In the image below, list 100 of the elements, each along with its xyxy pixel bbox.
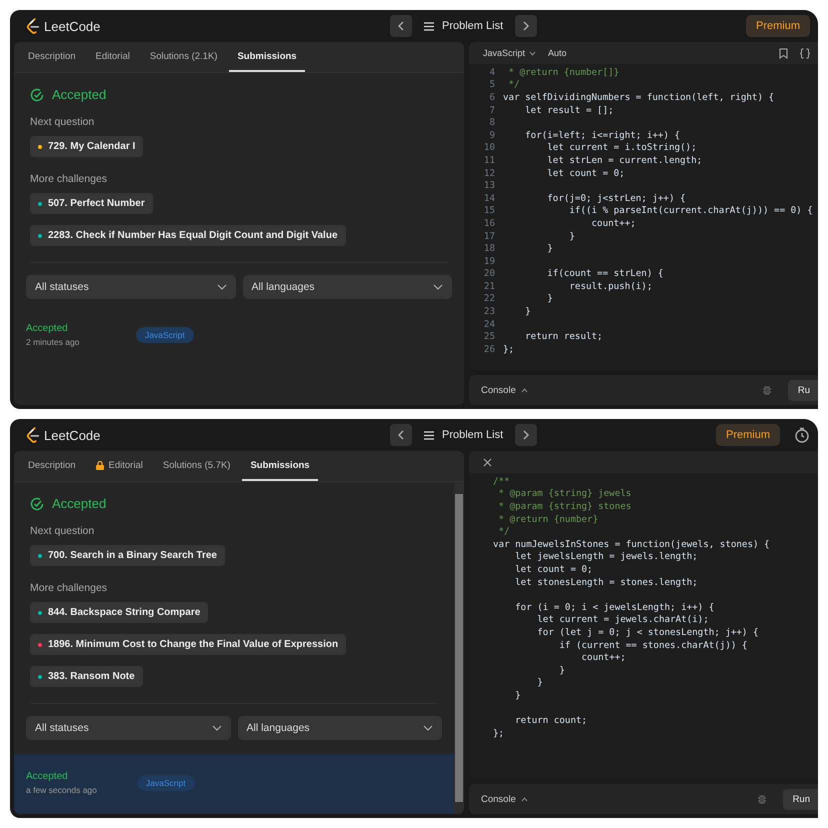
next-button[interactable]	[515, 424, 538, 446]
submission-row[interactable]: Accepted a few seconds ago JavaScript	[14, 754, 454, 814]
question-chip[interactable]: 844. Backspace String Compare	[30, 602, 208, 623]
line-number: 13	[482, 180, 496, 192]
tab[interactable]: Solutions (2.1K)	[142, 42, 226, 72]
tab[interactable]: Description	[20, 451, 84, 481]
code-line: return count;	[514, 715, 588, 726]
check-circle-icon	[30, 88, 44, 102]
logo-icon	[26, 18, 40, 34]
bookmark-icon[interactable]	[779, 48, 788, 58]
logo-text[interactable]: LeetCode	[44, 428, 100, 442]
chevron-down-icon	[212, 725, 222, 731]
code-line: }	[546, 243, 553, 254]
braces-icon[interactable]	[800, 48, 810, 58]
check-circle-icon	[30, 496, 44, 510]
code-line: }	[524, 306, 531, 318]
code-line: */	[498, 526, 510, 538]
code-line: return result;	[524, 331, 603, 342]
submission-row[interactable]: Accepted 2 minutes ago JavaScript	[14, 313, 464, 359]
scrollbar[interactable]	[454, 482, 464, 814]
code-line: let current = jewels.charAt(i);	[536, 614, 709, 626]
question-chip[interactable]: 729. My Calendar I	[30, 136, 144, 157]
premium-button[interactable]: Premium	[746, 15, 810, 37]
code-line: * @param {string} stones	[498, 500, 632, 512]
accepted-status: Accepted	[52, 87, 106, 102]
line-number: 23	[482, 306, 496, 318]
line-number: 22	[482, 293, 496, 304]
code-line: for (let j = 0; j < stonesLength; j++) {	[536, 626, 759, 638]
code-line: };	[493, 728, 504, 739]
debug-icon[interactable]	[762, 384, 772, 396]
menu-icon	[424, 430, 434, 440]
logo-text[interactable]: LeetCode	[44, 18, 100, 34]
timer-icon[interactable]	[794, 427, 810, 443]
submission-time: a few seconds ago	[26, 785, 97, 795]
line-number: 14	[482, 192, 496, 204]
question-chip[interactable]: 383. Ransom Note	[30, 666, 143, 687]
accepted-status: Accepted	[52, 496, 106, 511]
console-button[interactable]: Console	[481, 794, 528, 804]
filter-dropdown[interactable]: All languages	[242, 275, 452, 299]
line-number: 26	[482, 344, 496, 355]
close-icon[interactable]	[483, 458, 492, 466]
tab[interactable]: Submissions	[229, 42, 305, 72]
run-button[interactable]: Ru	[788, 380, 818, 400]
question-chip[interactable]: 2283. Check if Number Has Equal Digit Count and Digit Value	[30, 225, 346, 246]
filter-dropdown[interactable]: All statuses	[26, 716, 230, 740]
problem-list-button[interactable]: Problem List	[418, 20, 510, 32]
section-label: More challenges	[30, 173, 108, 185]
menu-icon	[424, 22, 434, 30]
line-number: 21	[482, 280, 496, 292]
code-line: var numJewelsInStones = function(jewels, stones) {	[493, 538, 770, 550]
line-number: 6	[488, 92, 496, 103]
language-dropdown[interactable]: JavaScript	[483, 48, 536, 58]
submission-status: Accepted	[26, 323, 69, 334]
code-line: let result = [];	[524, 104, 614, 116]
line-number: 20	[482, 268, 496, 280]
next-button[interactable]	[515, 15, 538, 37]
code-line: result.push(i);	[568, 280, 652, 292]
previous-button[interactable]	[390, 424, 412, 446]
code-line: for (i = 0; i < jewelsLength; i++) {	[514, 602, 714, 613]
code-line: count++;	[580, 652, 626, 664]
chevron-right-icon	[522, 430, 530, 440]
line-number: 15	[482, 205, 496, 216]
code-line: var selfDividingNumbers = function(left, right) {	[503, 92, 774, 103]
tab[interactable]: Editorial	[88, 42, 138, 72]
code-line: if(count == strLen) {	[546, 268, 664, 280]
run-button[interactable]: Run	[782, 788, 818, 810]
chevron-down-icon	[216, 284, 226, 290]
code-line: }	[514, 690, 521, 701]
section-label: More challenges	[30, 582, 108, 594]
line-number: 9	[488, 130, 496, 141]
tab[interactable]: Submissions	[242, 451, 318, 481]
line-number: 16	[482, 218, 496, 229]
question-chip[interactable]: 507. Perfect Number	[30, 193, 153, 214]
code-line: let count = 0;	[514, 564, 593, 575]
line-number: 25	[482, 331, 496, 342]
code-line: };	[503, 344, 514, 355]
filter-dropdown[interactable]: All languages	[238, 716, 442, 740]
auto-toggle[interactable]: Auto	[548, 48, 567, 58]
section-label: Next question	[30, 116, 96, 128]
console-button[interactable]: Console	[481, 384, 528, 396]
premium-button[interactable]: Premium	[716, 424, 780, 446]
previous-button[interactable]	[390, 15, 412, 37]
tab[interactable]: Editorial	[88, 451, 151, 481]
line-number: 5	[488, 79, 496, 90]
tab[interactable]: Solutions (5.7K)	[154, 451, 238, 481]
debug-icon[interactable]	[756, 794, 767, 804]
code-line: }	[558, 664, 565, 676]
code-line: }	[536, 677, 543, 688]
question-chip[interactable]: 700. Search in a Binary Search Tree	[30, 545, 225, 566]
chevron-left-icon	[397, 430, 405, 440]
code-line: for(j=0; j<strLen; j++) {	[546, 192, 686, 204]
filter-dropdown[interactable]: All statuses	[26, 275, 236, 299]
tab[interactable]: Description	[20, 42, 84, 72]
code-line: let jewelsLength = jewels.length;	[514, 551, 698, 562]
caret-down-icon	[529, 50, 536, 56]
problem-list-button[interactable]: Problem List	[418, 429, 510, 441]
question-chip[interactable]: 1896. Minimum Cost to Change the Final Value of Expression	[30, 634, 346, 655]
code-line: * @return {number}	[498, 514, 598, 525]
line-number: 4	[488, 66, 496, 78]
code-line: * @param {string} jewels	[498, 488, 632, 500]
